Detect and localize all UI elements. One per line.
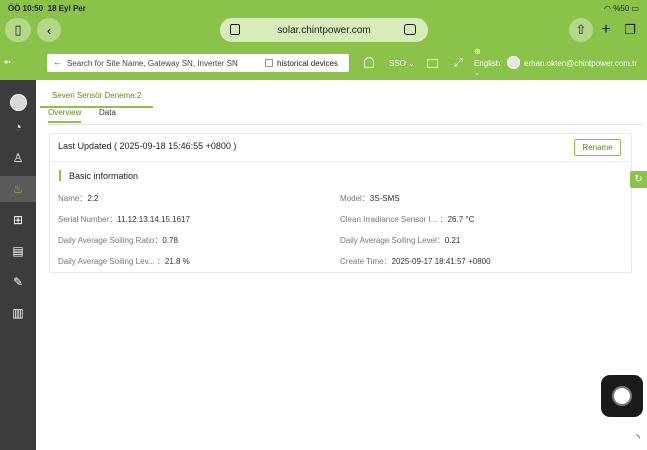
field-soiling-lev-percent-value: 21.8 % — [164, 257, 190, 266]
monitor-icon[interactable] — [427, 59, 438, 68]
field-model: Model：3S-SMS — [340, 194, 400, 203]
url-text: solar.chintpower.com — [277, 24, 371, 36]
plus-icon: + — [601, 21, 611, 38]
sidebar-item-profile[interactable] — [0, 89, 36, 115]
chevron-left-icon: ‹ — [46, 22, 52, 38]
card-divider — [50, 161, 631, 162]
sensor-icon: ♨ — [12, 182, 24, 196]
gauge-icon: ◔ — [14, 120, 22, 134]
field-serial: Serial Number：11.12.13.14.15.1617 — [58, 215, 190, 224]
language-selector[interactable]: English — [474, 59, 500, 68]
field-soiling-level: Daily Average Soiling Level：0.21 — [340, 236, 461, 245]
share-icon: ⇧ — [575, 22, 587, 37]
field-name-value: 2:2 — [87, 194, 99, 203]
document-icon: ▤ — [12, 244, 24, 258]
field-soiling-ratio-value: 0.78 — [162, 236, 178, 245]
field-model-value: 3S-SMS — [369, 194, 400, 203]
bar-chart-icon: ▥ — [12, 306, 24, 320]
share-button[interactable]: ⇧ — [569, 18, 593, 42]
wifi-icon: ◠ — [603, 4, 611, 13]
back-button[interactable]: ‹ — [37, 18, 61, 42]
tab-overview[interactable]: Overview — [48, 108, 82, 123]
user-email[interactable]: erhan.okten@chintpower.com.tr — [524, 59, 637, 68]
tabs-overview-button[interactable]: ❐ — [618, 18, 642, 42]
refresh-icon[interactable]: ↻ — [630, 171, 647, 188]
sso-dropdown[interactable]: SSO ⌄ — [389, 59, 415, 68]
extension-icon[interactable] — [404, 24, 416, 35]
chevron-down-icon: ⌄ — [474, 70, 480, 77]
field-soiling-lev-percent: Daily Average Soiling Lev... ：21.8 % — [58, 257, 190, 266]
sidebar-item-grid[interactable]: ⊞ — [0, 207, 36, 233]
sidebar-item-statistics[interactable]: ▥ — [0, 300, 36, 326]
tabs-divider — [48, 124, 644, 125]
loading-icon: ◝ — [636, 433, 640, 444]
page-tab[interactable]: Seven Sensör Deneme:2 — [40, 86, 154, 108]
status-bar: ÖÖ 10:50 18 Eyl Per ◠ %50 ▭ — [0, 0, 647, 16]
field-name: Name：2:2 — [58, 194, 99, 203]
globe-icon: ⊕ — [474, 47, 481, 56]
search-input[interactable]: Search for Site Name, Gateway SN, Invert… — [67, 59, 238, 68]
sidebar: ◔ ♙ ♨ ⊞ ▤ ✎ ▥ — [0, 80, 36, 450]
section-accent — [59, 170, 61, 181]
field-create-time: Create Time：2025-09-17 18:41:57 +0800 — [340, 257, 491, 266]
field-clean-irradiance: Clean Irradiance Sensor I... ：26.7 °C — [340, 215, 475, 224]
new-tab-button[interactable]: + — [594, 18, 618, 42]
sidebar-icon: ▯ — [14, 22, 22, 37]
sidebar-item-devices[interactable]: ♨ — [0, 176, 36, 202]
status-time: ÖÖ 10:50 18 Eyl Per — [8, 4, 86, 13]
app-logo-icon[interactable]: ●▪ — [4, 59, 11, 66]
sidebar-item-reports[interactable]: ▤ — [0, 238, 36, 264]
user-icon: ♙ — [12, 151, 24, 165]
field-soiling-level-value: 0.21 — [444, 236, 461, 245]
sidebar-item-maintenance[interactable]: ✎ — [0, 269, 36, 295]
tabs-icon: ❐ — [624, 22, 636, 37]
assistive-touch-button[interactable] — [601, 375, 643, 417]
bell-icon[interactable] — [364, 57, 374, 68]
address-bar[interactable]: solar.chintpower.com — [220, 18, 428, 42]
tab-data[interactable]: Data — [99, 108, 116, 117]
field-clean-irradiance-value: 26.7 °C — [447, 215, 475, 224]
avatar — [9, 93, 27, 111]
arrow-left-icon[interactable]: ← — [53, 57, 62, 67]
section-title: Basic information — [69, 171, 139, 181]
battery-indicator: ◠ %50 ▭ — [603, 4, 639, 13]
status-date: 18 Eyl Per — [47, 4, 86, 13]
field-serial-value: 11.12.13.14.15.1617 — [117, 215, 190, 224]
page-menu-icon[interactable] — [230, 24, 240, 35]
sidebar-item-users[interactable]: ♙ — [0, 145, 36, 171]
sidebar-toggle-button[interactable]: ▯ — [5, 18, 31, 42]
app-header: ●▪ ← Search for Site Name, Gateway SN, I… — [0, 46, 647, 80]
browser-toolbar: ÖÖ 10:50 18 Eyl Per ◠ %50 ▭ ▯ ‹ solar.ch… — [0, 0, 647, 46]
user-avatar[interactable] — [507, 56, 520, 69]
sidebar-item-dashboard[interactable]: ◔ — [0, 114, 36, 140]
site-search[interactable]: ← Search for Site Name, Gateway SN, Inve… — [47, 54, 349, 72]
grid-icon: ⊞ — [12, 213, 24, 227]
last-updated-text: Last Updated ( 2025-09-18 15:46:55 +0800… — [58, 141, 237, 151]
historical-devices-label[interactable]: historical devices — [277, 59, 338, 68]
battery-icon: ▭ — [631, 4, 639, 13]
wrench-icon: ✎ — [12, 275, 24, 289]
field-create-time-value: 2025-09-17 18:41:57 +0800 — [391, 257, 491, 266]
assistive-touch-icon — [612, 386, 632, 406]
field-soiling-ratio: Daily Average Soiling Ratio：0.78 — [58, 236, 178, 245]
device-info-card: Last Updated ( 2025-09-18 15:46:55 +0800… — [49, 133, 632, 273]
main-content: Seven Sensör Deneme:2 Overview Data Last… — [36, 80, 647, 450]
rename-button[interactable]: Rename — [574, 139, 621, 156]
historical-devices-checkbox[interactable] — [265, 59, 273, 67]
fullscreen-icon[interactable]: ⤢ — [454, 57, 463, 70]
